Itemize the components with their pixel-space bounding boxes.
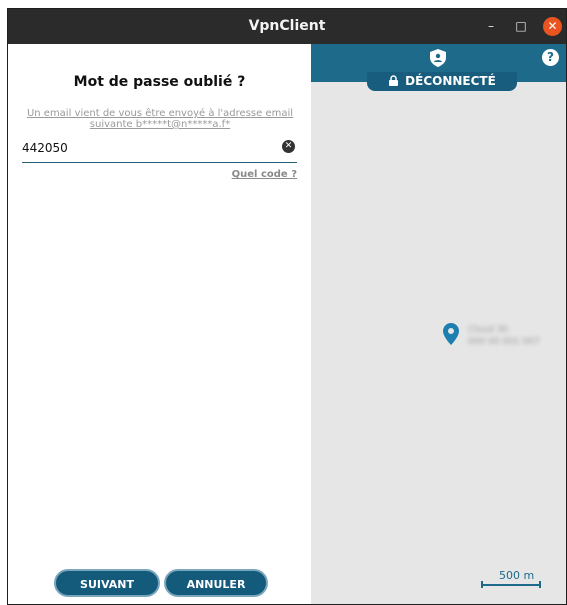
- vpn-map-panel: ? DÉCONNECTÉ Cloud 30 000 00 001 007 500…: [311, 44, 566, 604]
- map-scale: 500 m: [481, 569, 541, 589]
- which-code-link[interactable]: Quel code ?: [232, 169, 297, 180]
- next-button[interactable]: SUIVANT: [54, 569, 160, 597]
- cancel-button[interactable]: ANNULER: [164, 569, 268, 597]
- page-title: Mot de passe oublié ?: [73, 74, 246, 90]
- email-sent-notice: Un email vient de vous être envoyé à l'a…: [26, 108, 294, 130]
- lock-icon: [389, 75, 399, 86]
- map-pin-icon[interactable]: [443, 323, 459, 345]
- help-icon[interactable]: ?: [542, 49, 559, 66]
- connection-status-label: DÉCONNECTÉ: [405, 74, 496, 88]
- server-address: 000 00 001 007: [468, 337, 540, 347]
- app-window: VpnClient – □ ✕ Mot de passe oublié ? Un…: [7, 8, 567, 605]
- scale-bar: [481, 581, 541, 588]
- shield-icon: [430, 49, 446, 67]
- title-bar: VpnClient – □ ✕: [8, 9, 566, 44]
- server-name: Cloud 30: [468, 325, 509, 335]
- clear-icon[interactable]: ✕: [282, 140, 295, 153]
- maximize-button[interactable]: □: [510, 9, 532, 44]
- scale-label: 500 m: [499, 569, 535, 582]
- code-input[interactable]: [22, 138, 262, 158]
- minimize-button[interactable]: –: [480, 9, 502, 44]
- close-button[interactable]: ✕: [543, 17, 562, 36]
- connection-status-badge[interactable]: DÉCONNECTÉ: [367, 72, 517, 91]
- server-location-label: Cloud 30 000 00 001 007: [468, 324, 540, 348]
- code-field: ✕: [22, 136, 297, 163]
- forgot-password-panel: Mot de passe oublié ? Un email vient de …: [8, 44, 311, 604]
